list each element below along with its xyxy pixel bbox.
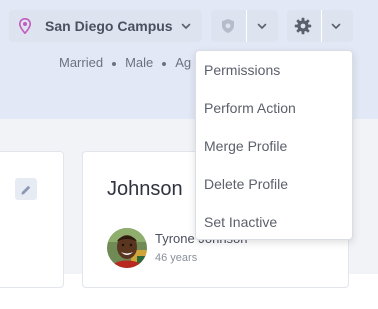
settings-button[interactable] <box>287 10 353 42</box>
pencil-icon <box>20 183 32 195</box>
profile-card <box>0 151 64 288</box>
separator-dot <box>162 61 167 66</box>
age: Ag <box>175 55 192 70</box>
map-pin-icon <box>18 17 32 35</box>
edit-button[interactable] <box>15 178 37 200</box>
button-divider <box>321 10 322 42</box>
chevron-down-icon <box>181 23 191 29</box>
menu-item-merge-profile[interactable]: Merge Profile <box>204 138 287 154</box>
button-divider <box>246 10 247 42</box>
marital-status: Married <box>59 55 104 70</box>
actions-dropdown-menu: Permissions Perform Action Merge Profile… <box>195 50 353 240</box>
gender: Male <box>125 55 154 70</box>
menu-item-delete-profile[interactable]: Delete Profile <box>204 176 288 192</box>
chevron-down-icon[interactable] <box>255 19 269 33</box>
campus-label: San Diego Campus <box>45 18 173 34</box>
campus-picker-button[interactable]: San Diego Campus <box>9 10 202 42</box>
family-name: Johnson <box>107 178 183 200</box>
person-info-line: Married Male Ag <box>59 55 191 70</box>
avatar[interactable] <box>107 228 147 268</box>
security-button[interactable] <box>211 10 278 42</box>
shield-icon <box>220 18 236 34</box>
menu-item-permissions[interactable]: Permissions <box>204 62 280 78</box>
member-age: 46 years <box>155 252 198 264</box>
separator-dot <box>112 61 117 66</box>
gear-icon <box>294 17 312 35</box>
menu-item-set-inactive[interactable]: Set Inactive <box>204 214 277 230</box>
chevron-down-icon[interactable] <box>329 19 343 33</box>
menu-item-perform-action[interactable]: Perform Action <box>204 100 296 116</box>
